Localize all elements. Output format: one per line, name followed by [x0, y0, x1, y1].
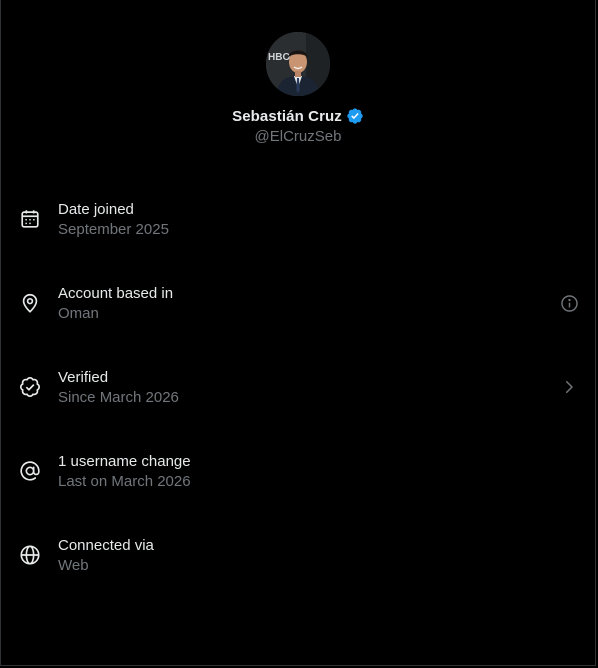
row-username-change: 1 username change Last on March 2026: [1, 436, 595, 520]
account-info-list: Date joined September 2025 Account based…: [1, 184, 595, 604]
row-label: Verified: [58, 369, 109, 386]
row-account-based-in: Account based in Oman: [1, 268, 595, 352]
row-label: Connected via: [58, 537, 154, 554]
row-value: Web: [58, 557, 89, 574]
row-label: Account based in: [58, 285, 174, 302]
location-pin-icon: [18, 291, 42, 315]
username-handle: @ElCruzSeb: [254, 128, 342, 145]
info-icon[interactable]: [559, 293, 579, 313]
globe-icon: [18, 543, 42, 567]
row-text: 1 username change Last on March 2026: [58, 452, 191, 492]
row-label: 1 username change: [58, 453, 191, 470]
row-value: Oman: [58, 305, 99, 322]
row-text: Connected via Web: [58, 536, 154, 576]
svg-text:HBO: HBO: [268, 52, 290, 63]
row-text: Verified Since March 2026: [58, 368, 179, 408]
row-connected-via: Connected via Web: [1, 520, 595, 604]
name-row: Sebastián Cruz: [232, 106, 364, 126]
row-text: Date joined September 2025: [58, 200, 169, 240]
row-date-joined: Date joined September 2025: [1, 184, 595, 268]
row-label: Date joined: [58, 201, 134, 218]
about-account-panel: HBO Sebastián Cruz @ElCruzSeb Date joine…: [0, 0, 596, 666]
row-value: Last on March 2026: [58, 473, 191, 490]
row-value: Since March 2026: [58, 389, 179, 406]
chevron-right-icon[interactable]: [559, 377, 579, 397]
verified-check-icon: [18, 375, 42, 399]
row-value: September 2025: [58, 221, 169, 238]
row-verified[interactable]: Verified Since March 2026: [1, 352, 595, 436]
verified-badge-icon: [346, 107, 364, 125]
display-name: Sebastián Cruz: [232, 107, 342, 125]
avatar[interactable]: HBO: [266, 32, 330, 96]
row-text: Account based in Oman: [58, 284, 173, 324]
profile-header: HBO Sebastián Cruz @ElCruzSeb: [1, 32, 595, 145]
at-sign-icon: [18, 459, 42, 483]
avatar-photo: HBO: [266, 32, 330, 96]
calendar-icon: [18, 207, 42, 231]
